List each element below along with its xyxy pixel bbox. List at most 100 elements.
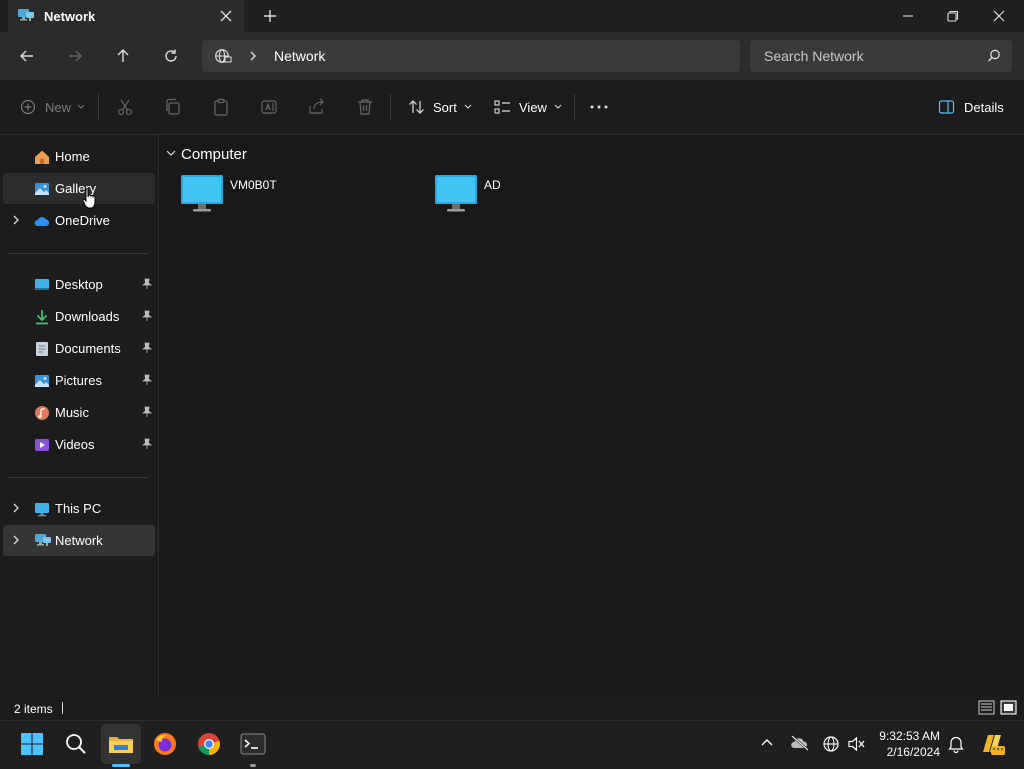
view-button[interactable]: View bbox=[494, 92, 563, 122]
taskbar-terminal[interactable] bbox=[233, 724, 273, 764]
sidebar-item-pictures[interactable]: Pictures bbox=[3, 365, 155, 396]
item-label: VM0B0T bbox=[230, 178, 277, 192]
pin-icon[interactable] bbox=[142, 406, 152, 418]
up-arrow-icon bbox=[117, 49, 129, 62]
group-header-computer[interactable]: Computer bbox=[181, 146, 247, 163]
active-app-indicator bbox=[112, 764, 130, 767]
forward-button[interactable] bbox=[59, 40, 91, 72]
expand-chevron-icon[interactable] bbox=[12, 215, 20, 225]
breadcrumb-network[interactable]: Network bbox=[274, 48, 325, 64]
pin-icon[interactable] bbox=[142, 278, 152, 290]
pin-icon[interactable] bbox=[142, 438, 152, 450]
network-globe-icon[interactable] bbox=[822, 735, 840, 753]
pictures-icon bbox=[34, 373, 50, 389]
copy-button[interactable] bbox=[164, 98, 182, 116]
back-button[interactable] bbox=[11, 40, 43, 72]
taskbar-chrome[interactable] bbox=[189, 724, 229, 764]
expand-chevron-icon[interactable] bbox=[12, 535, 20, 545]
home-icon bbox=[34, 149, 50, 165]
back-arrow-icon bbox=[20, 50, 33, 62]
taskbar-firefox[interactable] bbox=[145, 724, 185, 764]
sidebar-item-onedrive[interactable]: OneDrive bbox=[3, 205, 155, 236]
sidebar-item-videos[interactable]: Videos bbox=[3, 429, 155, 460]
up-button[interactable] bbox=[107, 40, 139, 72]
sort-label: Sort bbox=[433, 99, 457, 115]
tab-network[interactable]: Network bbox=[8, 0, 244, 32]
copy-icon bbox=[166, 98, 180, 115]
network-computer-item[interactable]: AD bbox=[434, 174, 674, 218]
close-tab-icon[interactable] bbox=[219, 9, 233, 23]
show-hidden-icons-chevron-icon[interactable] bbox=[760, 737, 774, 747]
sidebar-item-network[interactable]: Network bbox=[3, 525, 155, 556]
address-bar[interactable]: Network bbox=[202, 40, 740, 72]
large-icons-view-toggle-icon[interactable] bbox=[1000, 700, 1017, 715]
chevron-down-icon bbox=[77, 104, 85, 109]
delete-button[interactable] bbox=[356, 98, 374, 116]
sort-button[interactable]: Sort bbox=[408, 92, 473, 122]
cut-button[interactable] bbox=[116, 98, 134, 116]
details-label: Details bbox=[964, 99, 1004, 115]
taskbar-search-button[interactable] bbox=[56, 724, 96, 764]
documents-icon bbox=[34, 341, 50, 357]
sidebar-item-desktop[interactable]: Desktop bbox=[3, 269, 155, 300]
sidebar-item-downloads[interactable]: Downloads bbox=[3, 301, 155, 332]
details-button[interactable]: Details bbox=[938, 92, 1004, 122]
refresh-button[interactable] bbox=[155, 40, 187, 72]
desktop-icon bbox=[34, 277, 50, 293]
network-computer-item[interactable]: VM0B0T bbox=[180, 174, 420, 218]
globe-network-icon bbox=[214, 48, 232, 64]
pin-icon[interactable] bbox=[142, 342, 152, 354]
sidebar-item-music[interactable]: Music bbox=[3, 397, 155, 428]
details-view-toggle-icon[interactable] bbox=[978, 700, 995, 715]
copilot-preview-icon[interactable] bbox=[980, 732, 1006, 756]
file-view bbox=[159, 135, 1024, 696]
sidebar-divider bbox=[8, 477, 148, 478]
terminal-icon bbox=[240, 733, 266, 755]
sidebar-item-label: This PC bbox=[55, 501, 102, 516]
network-icon bbox=[34, 533, 51, 549]
file-explorer-icon bbox=[109, 737, 133, 753]
computer-icon bbox=[180, 174, 224, 214]
group-collapse-chevron-icon[interactable] bbox=[165, 148, 177, 158]
sort-icon bbox=[409, 100, 424, 114]
search-box[interactable]: Search Network bbox=[750, 40, 1012, 72]
onedrive-offline-icon[interactable] bbox=[790, 735, 810, 751]
sidebar-item-label: Documents bbox=[55, 341, 121, 356]
share-button[interactable] bbox=[308, 98, 326, 116]
paste-button[interactable] bbox=[212, 98, 230, 116]
sidebar-item-home[interactable]: Home bbox=[3, 141, 155, 172]
restore-button[interactable] bbox=[930, 0, 976, 32]
minimize-button[interactable] bbox=[885, 0, 931, 32]
clock-time: 9:32:53 AM bbox=[879, 729, 940, 743]
start-button[interactable] bbox=[12, 724, 52, 764]
forward-arrow-icon bbox=[69, 50, 82, 62]
expand-chevron-icon[interactable] bbox=[12, 503, 20, 513]
pin-icon[interactable] bbox=[142, 374, 152, 386]
view-icon bbox=[494, 100, 510, 114]
minimize-icon bbox=[903, 15, 913, 17]
divider bbox=[98, 94, 99, 120]
sidebar-item-label: Desktop bbox=[55, 277, 103, 292]
chevron-down-icon bbox=[554, 104, 562, 109]
sidebar-item-documents[interactable]: Documents bbox=[3, 333, 155, 364]
notifications-bell-icon[interactable] bbox=[948, 735, 964, 753]
computer-icon bbox=[434, 174, 478, 214]
search-placeholder: Search Network bbox=[764, 48, 864, 64]
system-clock[interactable]: 9:32:53 AM 2/16/2024 bbox=[874, 728, 940, 760]
taskbar-file-explorer[interactable] bbox=[101, 724, 141, 764]
divider bbox=[574, 94, 575, 120]
volume-muted-icon[interactable] bbox=[848, 736, 866, 752]
more-options-button[interactable] bbox=[590, 105, 608, 109]
sidebar-divider bbox=[8, 253, 148, 254]
plus-icon bbox=[264, 10, 276, 22]
new-button[interactable]: New bbox=[20, 92, 86, 122]
details-pane-icon bbox=[938, 100, 955, 114]
sidebar-item-label: Videos bbox=[55, 437, 95, 452]
close-window-button[interactable] bbox=[976, 0, 1022, 32]
new-label: New bbox=[45, 99, 72, 115]
pin-icon[interactable] bbox=[142, 310, 152, 322]
rename-button[interactable] bbox=[260, 98, 278, 116]
sidebar-item-gallery[interactable]: Gallery bbox=[3, 173, 155, 204]
new-tab-button[interactable] bbox=[262, 8, 278, 24]
sidebar-item-this-pc[interactable]: This PC bbox=[3, 493, 155, 524]
